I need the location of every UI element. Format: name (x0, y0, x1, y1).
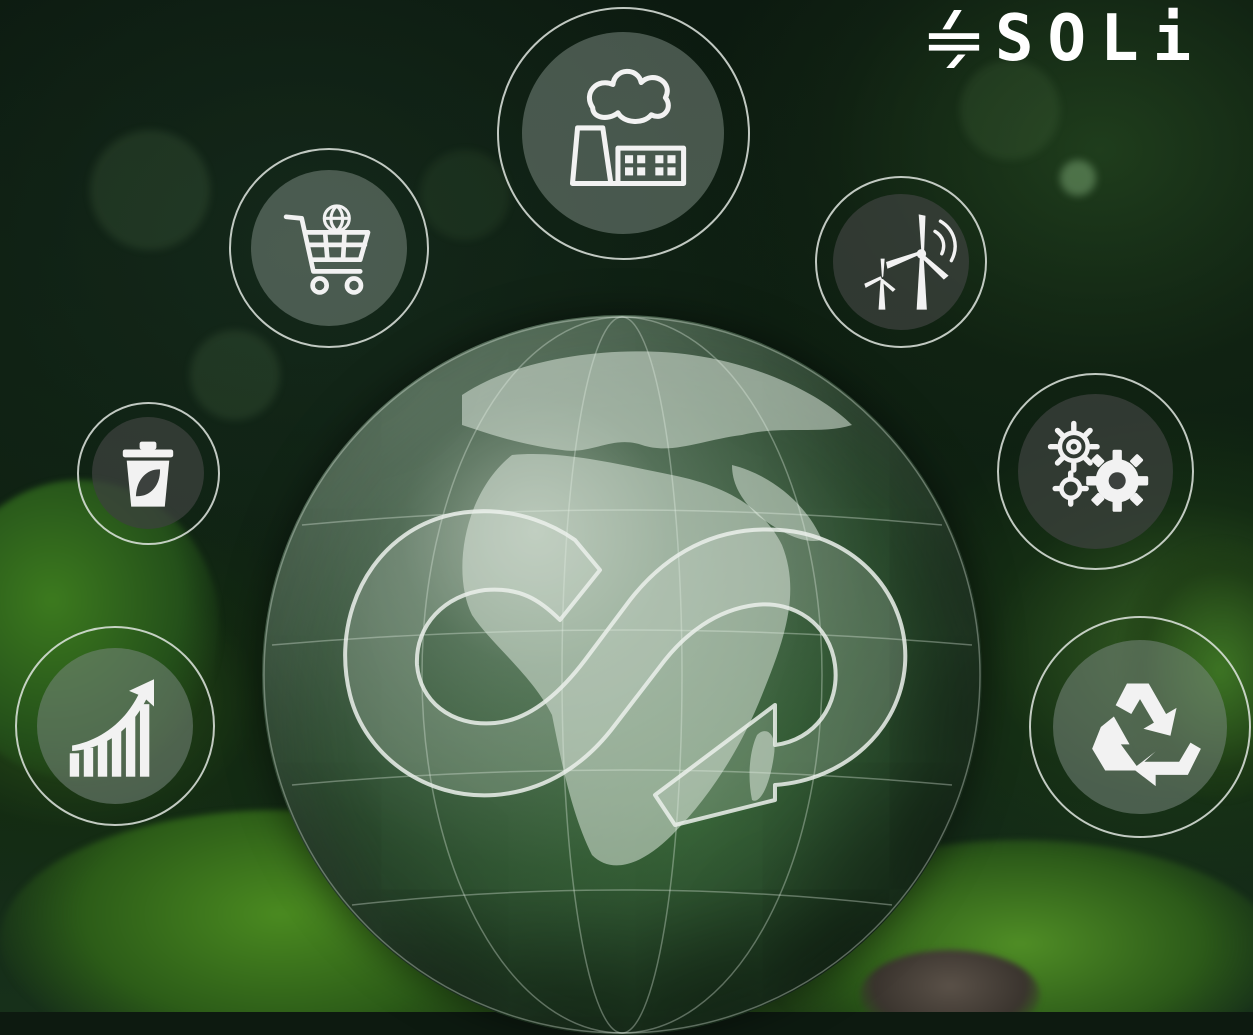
recycling-icon-ring[interactable] (1029, 616, 1251, 838)
brand-logo: SOLi (925, 4, 1253, 74)
recycle-bin-icon (92, 417, 204, 529)
growth-chart-icon (37, 648, 193, 804)
bokeh-light (1060, 160, 1096, 196)
growth-chart-icon-ring[interactable] (15, 626, 215, 826)
gears-icon-ring[interactable] (997, 373, 1194, 570)
recycling-icon (1053, 640, 1227, 814)
shopping-cart-icon (251, 170, 407, 326)
factory-icon (522, 32, 724, 234)
factory-icon-ring[interactable] (497, 7, 750, 260)
shopping-cart-icon-ring[interactable] (229, 148, 429, 348)
brand-mark-icon (928, 10, 980, 68)
circular-economy-loop-icon (343, 509, 908, 827)
brand-name: SOLi (995, 2, 1206, 76)
wind-turbine-icon (833, 194, 969, 330)
bokeh-light (420, 150, 510, 240)
wind-turbine-icon-ring[interactable] (815, 176, 987, 348)
bokeh-light (90, 130, 210, 250)
gears-icon (1018, 394, 1173, 549)
recycle-bin-icon-ring[interactable] (77, 402, 220, 545)
